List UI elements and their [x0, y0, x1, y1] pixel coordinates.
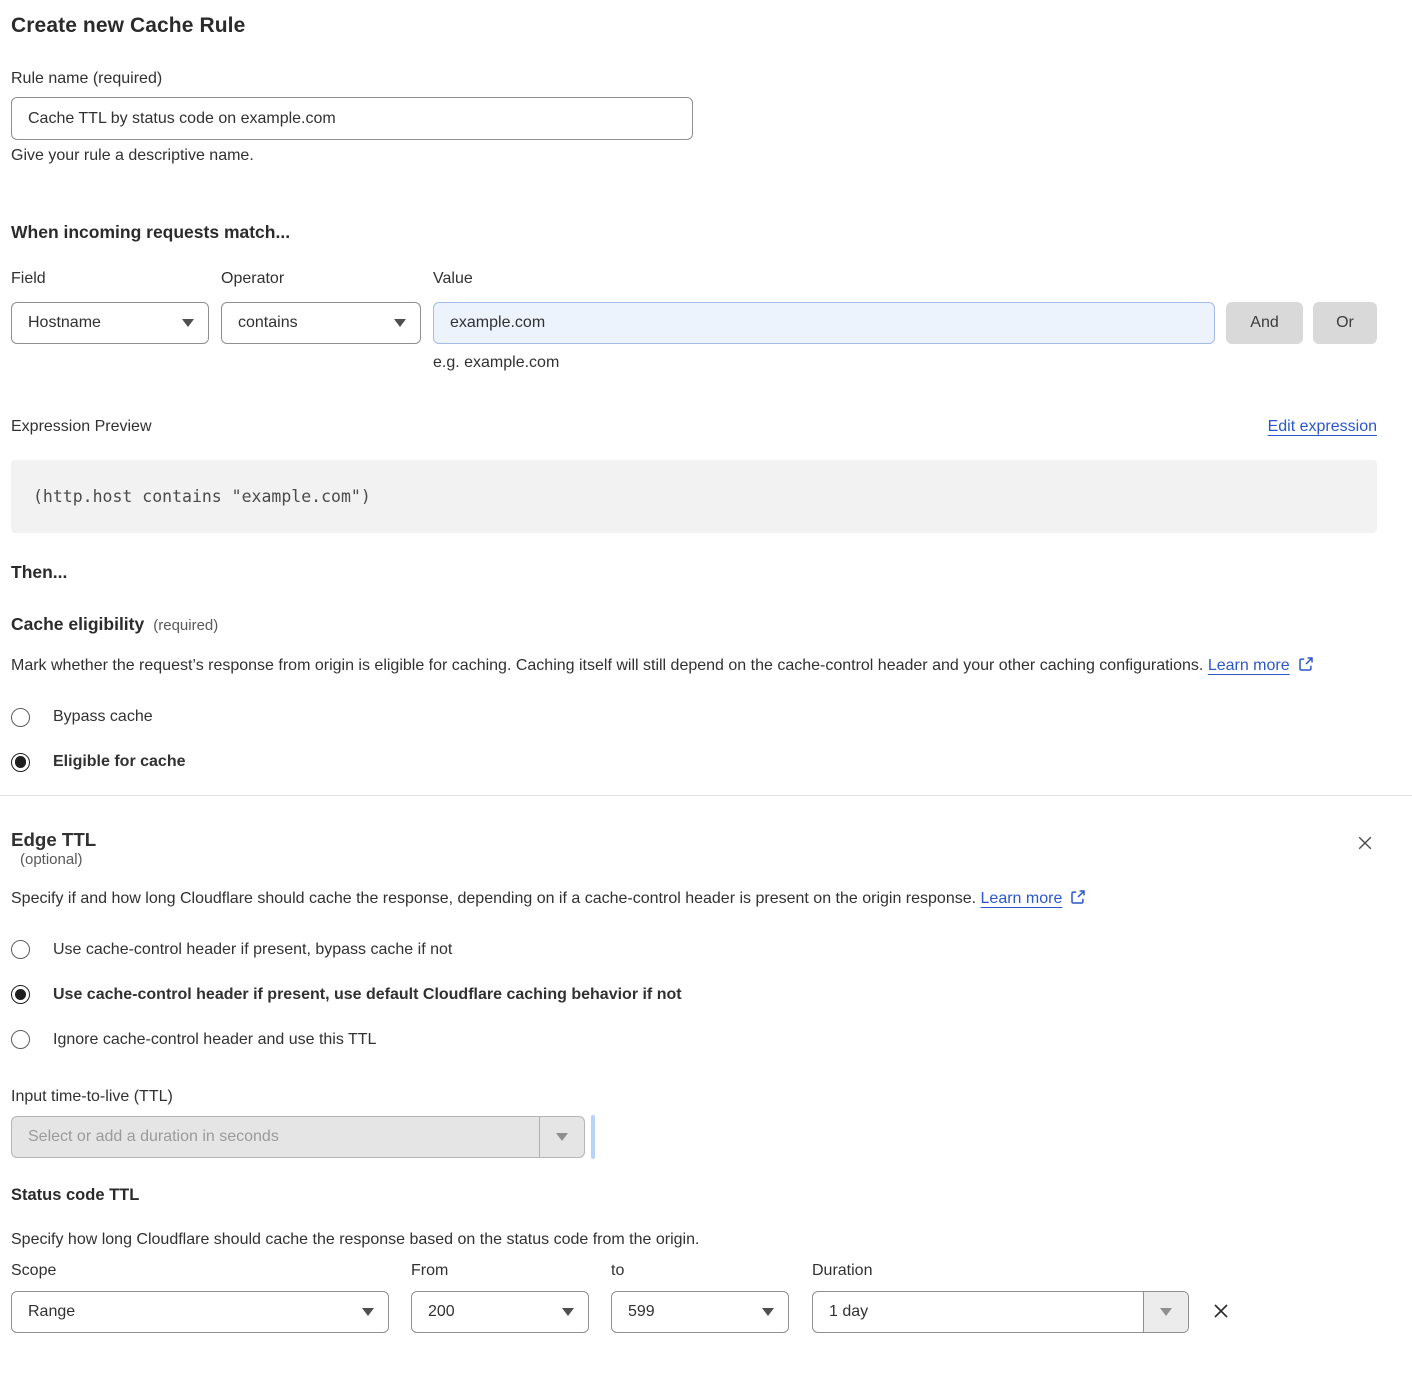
- cache-eligibility-heading: Cache eligibility: [11, 614, 144, 635]
- status-ttl-labels-row: Scope From to Duration: [11, 1262, 1377, 1280]
- field-select[interactable]: Hostname: [11, 302, 209, 344]
- external-link-icon: [1069, 888, 1087, 917]
- chevron-down-icon: [362, 1308, 374, 1316]
- cache-eligibility-heading-row: Cache eligibility (required): [11, 614, 1377, 635]
- radio-cc-ignore[interactable]: Ignore cache-control header and use this…: [11, 1030, 1377, 1049]
- edge-ttl-learn-more-link[interactable]: Learn more: [981, 890, 1063, 907]
- cache-eligibility-learn-more-link[interactable]: Learn more: [1208, 657, 1290, 674]
- section-divider: [0, 795, 1412, 796]
- match-heading: When incoming requests match...: [11, 222, 1377, 243]
- to-label: to: [611, 1262, 812, 1280]
- edge-ttl-description-text: Specify if and how long Cloudflare shoul…: [11, 890, 976, 907]
- ttl-duration-select: Select or add a duration in seconds: [11, 1116, 585, 1158]
- edge-ttl-qualifier: (optional): [20, 851, 83, 868]
- scope-select[interactable]: Range: [11, 1291, 389, 1333]
- text-cursor-bar: [591, 1115, 595, 1159]
- radio-cc-bypass[interactable]: Use cache-control header if present, byp…: [11, 940, 1377, 959]
- close-icon: [1355, 833, 1375, 853]
- radio-bypass-cache[interactable]: Bypass cache: [11, 708, 1377, 727]
- then-heading: Then...: [11, 562, 1377, 583]
- radio-icon[interactable]: [11, 940, 30, 959]
- chevron-down-icon: [762, 1308, 774, 1316]
- to-select[interactable]: 599: [611, 1291, 789, 1333]
- chevron-down-icon: [394, 319, 406, 327]
- edge-ttl-description: Specify if and how long Cloudflare shoul…: [11, 885, 1356, 917]
- status-code-ttl-heading: Status code TTL: [11, 1186, 1377, 1205]
- rule-name-input[interactable]: [11, 97, 693, 140]
- rule-name-help: Give your rule a descriptive name.: [11, 147, 1377, 165]
- ttl-duration-dropdown-button: [539, 1117, 584, 1157]
- from-label: From: [411, 1262, 611, 1280]
- external-link-icon: [1297, 655, 1315, 684]
- scope-label: Scope: [11, 1262, 411, 1280]
- edge-ttl-heading-row: Edge TTL (optional): [11, 829, 1377, 869]
- rule-name-label: Rule name (required): [11, 70, 1377, 88]
- create-cache-rule-form: Create new Cache Rule Rule name (require…: [0, 0, 1412, 1333]
- ttl-duration-placeholder: Select or add a duration in seconds: [12, 1128, 279, 1146]
- chevron-down-icon: [556, 1133, 568, 1141]
- radio-label: Use cache-control header if present, use…: [53, 986, 682, 1004]
- expression-code-text: (http.host contains "example.com"): [33, 487, 371, 506]
- duration-dropdown-button[interactable]: [1143, 1292, 1188, 1332]
- from-select-value: 200: [428, 1303, 455, 1321]
- radio-icon[interactable]: [11, 708, 30, 727]
- radio-cc-default[interactable]: Use cache-control header if present, use…: [11, 985, 1377, 1004]
- ttl-input-label: Input time-to-live (TTL): [11, 1088, 1377, 1106]
- radio-eligible-for-cache[interactable]: Eligible for cache: [11, 753, 1377, 772]
- operator-label: Operator: [221, 270, 433, 288]
- ttl-input-row: Select or add a duration in seconds: [11, 1115, 1377, 1159]
- radio-label: Use cache-control header if present, byp…: [53, 941, 452, 959]
- match-labels-row: Field Operator Value: [11, 270, 1377, 288]
- radio-label: Bypass cache: [53, 708, 153, 726]
- expression-preview-code: (http.host contains "example.com"): [11, 460, 1377, 533]
- delete-status-row-button[interactable]: [1208, 1298, 1234, 1327]
- edge-ttl-heading-group: Edge TTL (optional): [11, 829, 96, 869]
- x-icon: [1210, 1300, 1232, 1322]
- field-select-value: Hostname: [28, 314, 101, 332]
- field-label: Field: [11, 270, 221, 288]
- edge-ttl-heading: Edge TTL: [11, 829, 96, 851]
- chevron-down-icon: [182, 319, 194, 327]
- value-help: e.g. example.com: [11, 354, 1377, 372]
- duration-select-value: 1 day: [813, 1303, 868, 1321]
- edit-expression-link[interactable]: Edit expression: [1268, 418, 1377, 436]
- cache-eligibility-description: Mark whether the request’s response from…: [11, 652, 1356, 684]
- cache-eligibility-qualifier: (required): [153, 617, 218, 634]
- or-button[interactable]: Or: [1313, 302, 1377, 344]
- status-code-ttl-description: Specify how long Cloudflare should cache…: [11, 1227, 1356, 1253]
- operator-select[interactable]: contains: [221, 302, 421, 344]
- status-ttl-controls-row: Range 200 599 1 day: [11, 1291, 1377, 1333]
- cache-eligibility-description-text: Mark whether the request’s response from…: [11, 657, 1203, 674]
- page-title: Create new Cache Rule: [11, 14, 1377, 38]
- chevron-down-icon: [1160, 1308, 1172, 1316]
- scope-select-value: Range: [28, 1303, 75, 1321]
- operator-select-value: contains: [238, 314, 298, 332]
- value-label: Value: [433, 270, 473, 288]
- radio-icon[interactable]: [11, 753, 30, 772]
- chevron-down-icon: [562, 1308, 574, 1316]
- edge-ttl-close-button[interactable]: [1353, 831, 1377, 858]
- radio-label: Ignore cache-control header and use this…: [53, 1031, 376, 1049]
- value-input[interactable]: [433, 302, 1215, 344]
- to-select-value: 599: [628, 1303, 655, 1321]
- expression-preview-label: Expression Preview: [11, 418, 152, 436]
- match-controls-row: Hostname contains And Or: [11, 302, 1377, 344]
- from-select[interactable]: 200: [411, 1291, 589, 1333]
- expression-preview-row: Expression Preview Edit expression: [11, 418, 1377, 436]
- and-button[interactable]: And: [1226, 302, 1303, 344]
- radio-label: Eligible for cache: [53, 753, 185, 771]
- duration-select[interactable]: 1 day: [812, 1291, 1189, 1333]
- radio-icon[interactable]: [11, 1030, 30, 1049]
- radio-icon[interactable]: [11, 985, 30, 1004]
- duration-label: Duration: [812, 1262, 872, 1280]
